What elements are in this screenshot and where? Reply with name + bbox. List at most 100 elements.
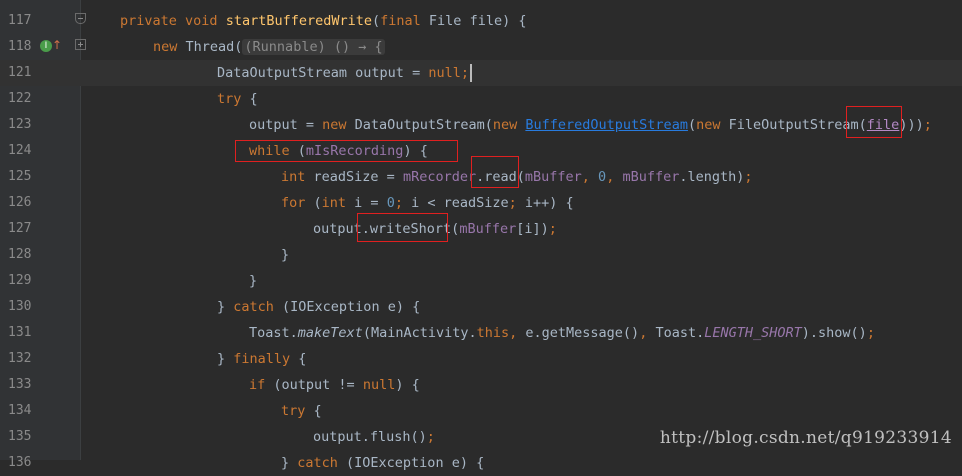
code-token: , [509, 325, 526, 341]
line-number: 135 [8, 429, 32, 444]
code-token: output.writeShort( [313, 221, 460, 237]
code-line[interactable]: 130} catch (IOException e) { [0, 294, 962, 320]
code-token: final [380, 13, 421, 29]
code-line[interactable]: 127 output.writeShort(mBuffer[i]); [0, 216, 962, 242]
line-number: 129 [8, 273, 32, 288]
code-line[interactable]: 136} catch (IOException e) { [0, 450, 962, 476]
code-token: .read( [476, 169, 525, 185]
code-token: { [290, 351, 307, 367]
code-token: ) { [395, 377, 420, 393]
fold-expand-lambda[interactable] [75, 39, 86, 50]
code-line[interactable]: 134 try { [0, 398, 962, 424]
code-token: } [249, 273, 258, 289]
code-text: try { [281, 398, 322, 424]
code-text: int readSize = mRecorder.read(mBuffer, 0… [281, 164, 753, 190]
code-token: void [185, 13, 218, 29]
code-text: for (int i = 0; i < readSize; i++) { [281, 190, 574, 216]
code-token: int [281, 169, 306, 185]
code-token: ; [460, 65, 469, 81]
code-token: ( [305, 195, 322, 211]
code-token: 0 [598, 169, 607, 185]
code-token: DataOutputStream( [346, 117, 493, 133]
code-token: if [249, 377, 266, 393]
code-text: new Thread((Runnable) () → { [153, 34, 385, 60]
code-line[interactable]: 117 private void startBufferedWrite(final… [0, 8, 962, 34]
code-token: { [305, 403, 322, 419]
code-token: ; [426, 429, 435, 445]
line-number: 133 [8, 377, 32, 392]
code-line[interactable]: 128} [0, 242, 962, 268]
line-number: 131 [8, 325, 32, 340]
code-line[interactable]: 131 Toast.makeText(MainActivity.this, e.g… [0, 320, 962, 346]
code-token: Thread( [177, 39, 243, 55]
code-text: } [249, 268, 257, 294]
code-line[interactable]: 124 while (mIsRecording) { [0, 138, 962, 164]
code-line[interactable]: 118 new Thread((Runnable) () → { [0, 34, 962, 60]
code-line[interactable]: 126 for (int i = 0; i < readSize; i++) { [0, 190, 962, 216]
code-token: output.flush() [313, 429, 427, 445]
code-token: try [281, 403, 306, 419]
code-text: Toast.makeText(MainActivity.this, e.getM… [249, 320, 875, 346]
code-token: i < readSize [411, 195, 509, 211]
code-token: null [362, 377, 396, 393]
code-token: file [866, 117, 900, 133]
code-token: mIsRecording [305, 143, 404, 159]
code-token: ).show() [801, 325, 867, 341]
code-token: (IOException e) { [337, 455, 485, 471]
code-token: } [217, 299, 234, 315]
code-text: while (mIsRecording) { [249, 138, 428, 164]
code-token: i = [346, 195, 387, 211]
code-token: finally [233, 351, 291, 367]
code-text: try { [217, 86, 258, 112]
code-text: } finally { [217, 346, 306, 372]
code-token: (MainActivity. [362, 325, 477, 341]
line-number: 130 [8, 299, 32, 314]
code-token: for [281, 195, 306, 211]
watermark-text: http://blog.csdn.net/q919233914 [659, 428, 952, 448]
code-line[interactable]: 123 output = new DataOutputStream(new Buf… [0, 112, 962, 138]
code-line[interactable]: 129} [0, 268, 962, 294]
code-line[interactable]: 125 int readSize = mRecorder.read(mBuffer… [0, 164, 962, 190]
line-number: 117 [8, 13, 32, 28]
code-token: this [476, 325, 510, 341]
line-number: 124 [8, 143, 32, 158]
code-token: ; [866, 325, 875, 341]
code-token: Toast. [249, 325, 298, 341]
code-token: ) { [403, 143, 428, 159]
code-token: ; [744, 169, 753, 185]
code-token: ( [289, 143, 306, 159]
line-number: 126 [8, 195, 32, 210]
code-token: ; [923, 117, 932, 133]
code-token: ( [687, 117, 697, 133]
code-token: File file) { [420, 13, 527, 29]
code-token: ; [508, 195, 525, 211]
code-line[interactable]: 132} finally { [0, 346, 962, 372]
code-line[interactable]: 122 try { [0, 86, 962, 112]
code-token: ))) [899, 117, 924, 133]
code-token: DataOutputStream output = [217, 65, 429, 81]
code-token: (output != [265, 377, 363, 393]
code-token: 0 [386, 195, 395, 211]
code-token: } [217, 351, 234, 367]
code-token: LENGTH_SHORT [704, 325, 802, 341]
text-caret [469, 64, 472, 82]
code-token: FileOutputStream( [720, 117, 867, 133]
code-token: catch [297, 455, 338, 471]
code-token: private [120, 13, 177, 29]
line-number: 132 [8, 351, 32, 366]
code-token: while [249, 143, 290, 159]
code-text: private void startBufferedWrite(final Fi… [120, 8, 526, 34]
line-number: 136 [8, 455, 32, 470]
line-number: 127 [8, 221, 32, 236]
override-arrow-icon[interactable]: ↑ [52, 38, 62, 52]
code-token: Toast. [655, 325, 705, 341]
code-token: mRecorder [402, 169, 477, 185]
code-line[interactable]: 133 if (output != null) { [0, 372, 962, 398]
code-line[interactable]: 121 DataOutputStream output = null; [0, 60, 962, 86]
code-token: makeText [297, 325, 363, 341]
fold-marker-method[interactable] [75, 13, 86, 24]
code-token: i++) { [524, 195, 574, 211]
implements-icon[interactable]: I [40, 40, 52, 52]
code-token: .length) [679, 169, 745, 185]
